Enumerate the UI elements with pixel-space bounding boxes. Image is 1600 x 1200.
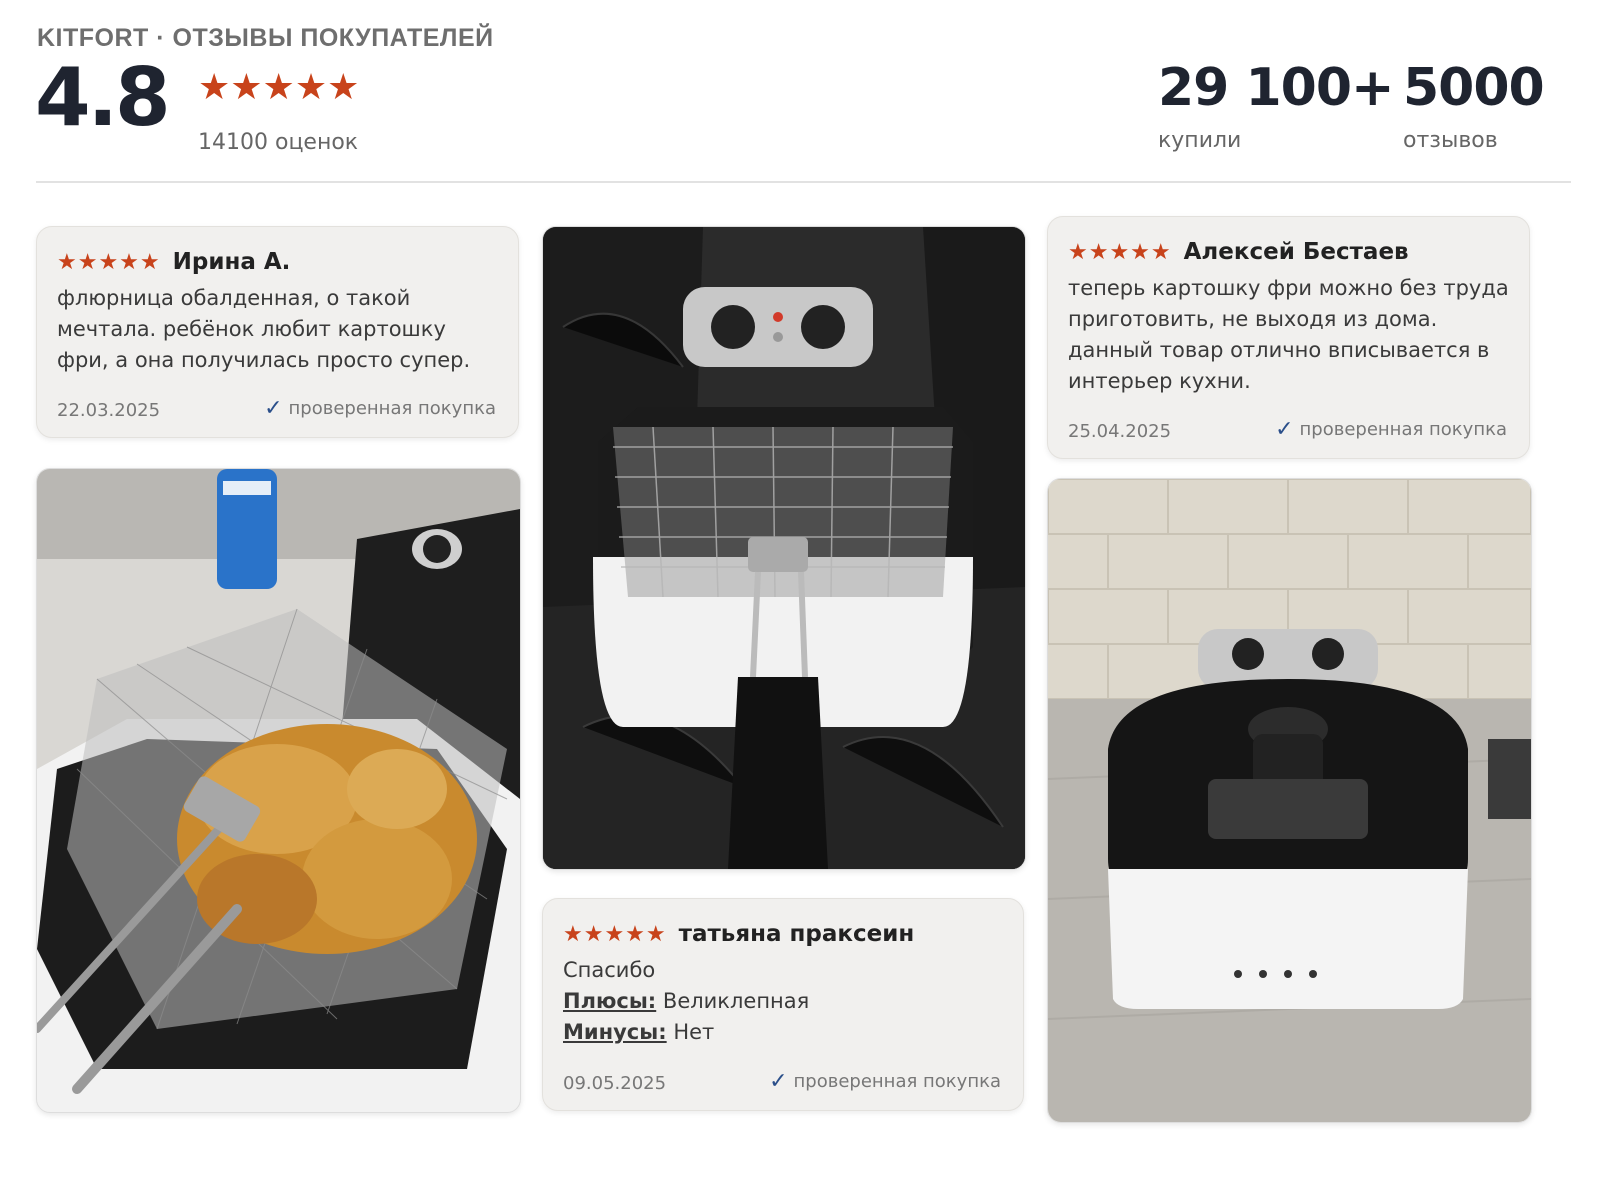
ratings-count: 14100 оценок (198, 130, 359, 155)
verified-label: проверенная покупка (793, 1071, 1001, 1092)
cons-value: Нет (673, 1020, 715, 1044)
review-header: ★★★★★ татьяна праксеин (563, 921, 914, 947)
stat-purchased-label: купили (1158, 128, 1242, 153)
review-author: татьяна праксеин (678, 921, 915, 947)
stat-reviews: 5000 отзывов (1403, 58, 1545, 153)
review-stars-icon: ★★★★★ (1068, 240, 1172, 265)
check-icon: ✓ (1275, 417, 1294, 442)
review-card[interactable]: ★★★★★ татьяна праксеин Спасибо Плюсы: Ве… (542, 898, 1024, 1111)
review-card[interactable]: ★★★★★ Алексей Бестаев теперь картошку фр… (1047, 216, 1530, 459)
verified-badge: ✓ проверенная покупка (264, 396, 496, 421)
review-body: Спасибо Плюсы: Великлепная Минусы: Нет (563, 955, 1003, 1048)
review-header: ★★★★★ Ирина А. (57, 249, 290, 275)
verified-badge: ✓ проверенная покупка (1275, 417, 1507, 442)
pros-value: Великлепная (662, 989, 810, 1013)
review-stars-icon: ★★★★★ (57, 250, 161, 275)
check-icon: ✓ (769, 1069, 788, 1094)
review-cons: Минусы: Нет (563, 1017, 1003, 1048)
review-photo-fryer-basket[interactable] (542, 226, 1026, 870)
review-date: 09.05.2025 (563, 1073, 667, 1094)
review-photo-closed-fryer[interactable] (1047, 478, 1532, 1123)
review-text: флюрница обалденная, о такой мечтала. ре… (57, 286, 471, 372)
review-text: Спасибо (563, 958, 656, 982)
review-author: Ирина А. (172, 249, 291, 275)
review-author: Алексей Бестаев (1183, 239, 1409, 265)
overall-stars-icon: ★★★★★ (198, 67, 360, 108)
cons-label: Минусы: (563, 1020, 667, 1044)
review-date: 25.04.2025 (1068, 421, 1172, 442)
overall-rating: 4.8 (35, 51, 171, 144)
verified-label: проверенная покупка (1299, 419, 1507, 440)
stat-reviews-value: 5000 (1403, 58, 1545, 118)
stat-purchased-value: 29 100+ (1158, 58, 1395, 118)
review-text: теперь картошку фри можно без труда приг… (1068, 276, 1509, 393)
review-card[interactable]: ★★★★★ Ирина А. флюрница обалденная, о та… (36, 226, 519, 438)
verified-badge: ✓ проверенная покупка (769, 1069, 1001, 1094)
review-pros: Плюсы: Великлепная (563, 986, 1003, 1017)
check-icon: ✓ (264, 396, 283, 421)
review-header: ★★★★★ Алексей Бестаев (1068, 239, 1409, 265)
stat-purchased: 29 100+ купили (1158, 58, 1395, 153)
review-stars-icon: ★★★★★ (563, 922, 667, 947)
header-divider (36, 181, 1571, 183)
review-date: 22.03.2025 (57, 400, 161, 421)
verified-label: проверенная покупка (288, 398, 496, 419)
stat-reviews-label: отзывов (1403, 128, 1498, 153)
pros-label: Плюсы: (563, 989, 657, 1013)
review-photo-fried-chicken[interactable] (36, 468, 521, 1113)
brand-title: KITFORT · ОТЗЫВЫ ПОКУПАТЕЛЕЙ (37, 24, 494, 52)
